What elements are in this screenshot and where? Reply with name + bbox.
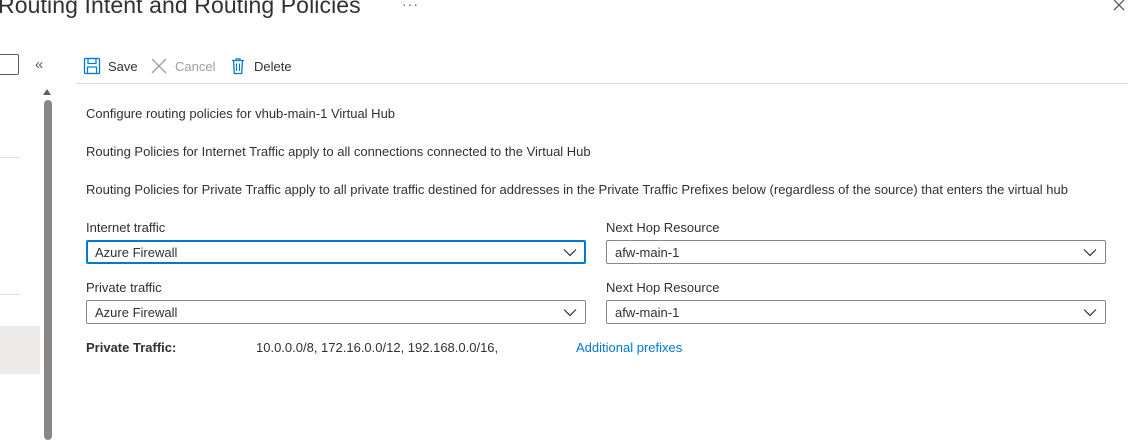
left-nav-search-input[interactable]: [0, 54, 19, 75]
more-options-button[interactable]: ···: [402, 0, 419, 12]
close-icon: [1113, 0, 1125, 11]
delete-button[interactable]: Delete: [229, 56, 292, 76]
description-line-3: Routing Policies for Private Traffic app…: [86, 182, 1068, 197]
toolbar-divider: [76, 83, 1128, 84]
save-label: Save: [108, 58, 138, 74]
description-line-1: Configure routing policies for vhub-main…: [86, 106, 396, 121]
private-next-hop-dropdown[interactable]: afw-main-1: [606, 300, 1106, 324]
delete-icon: [229, 57, 247, 75]
internet-traffic-label: Internet traffic: [86, 220, 166, 235]
left-nav-divider: [0, 294, 20, 295]
left-nav-selected-item[interactable]: [0, 326, 40, 374]
chevron-down-icon: [1083, 249, 1097, 257]
internet-next-hop-label: Next Hop Resource: [606, 220, 720, 235]
internet-traffic-value: Azure Firewall: [95, 244, 178, 260]
private-traffic-label: Private traffic: [86, 280, 162, 295]
cancel-label: Cancel: [175, 58, 216, 74]
chevron-down-icon: [563, 309, 577, 317]
left-nav-divider: [0, 157, 20, 158]
save-icon: [83, 57, 101, 75]
private-traffic-value: Azure Firewall: [95, 304, 178, 320]
additional-prefixes-link[interactable]: Additional prefixes: [576, 340, 682, 355]
cancel-icon: [150, 57, 168, 75]
private-prefixes-value: 10.0.0.0/8, 172.16.0.0/12, 192.168.0.0/1…: [256, 340, 499, 355]
internet-traffic-dropdown[interactable]: Azure Firewall: [86, 240, 586, 264]
private-next-hop-value: afw-main-1: [615, 304, 680, 320]
scroll-up-arrow[interactable]: [43, 89, 51, 95]
page-title: Routing Intent and Routing Policies: [0, 0, 361, 18]
chevron-down-icon: [1083, 309, 1097, 317]
internet-next-hop-value: afw-main-1: [615, 244, 680, 260]
cancel-button[interactable]: Cancel: [150, 56, 215, 76]
chevron-down-icon: [563, 249, 577, 257]
collapse-nav-button[interactable]: «: [35, 56, 43, 73]
private-prefixes-label: Private Traffic:: [86, 340, 177, 355]
private-next-hop-label: Next Hop Resource: [606, 280, 720, 295]
close-button[interactable]: [1111, 0, 1127, 13]
scrollbar-thumb[interactable]: [44, 100, 52, 440]
delete-label: Delete: [254, 58, 292, 74]
description-line-2: Routing Policies for Internet Traffic ap…: [86, 144, 591, 159]
save-button[interactable]: Save: [83, 56, 138, 76]
internet-next-hop-dropdown[interactable]: afw-main-1: [606, 240, 1106, 264]
private-traffic-dropdown[interactable]: Azure Firewall: [86, 300, 586, 324]
